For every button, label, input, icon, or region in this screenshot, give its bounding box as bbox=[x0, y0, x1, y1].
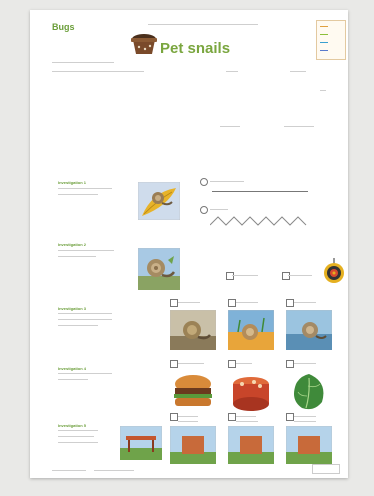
straight-path-line bbox=[212, 191, 308, 192]
choice-a-checkbox[interactable] bbox=[226, 272, 234, 280]
legend-line-3 bbox=[320, 42, 328, 43]
intro-rule-1 bbox=[52, 62, 114, 63]
intro-rule-2 bbox=[52, 71, 144, 72]
inv5-option-1-rule-2 bbox=[178, 421, 198, 422]
investigation-3-rule-1 bbox=[58, 313, 112, 314]
inv4-option-3-checkbox[interactable] bbox=[286, 360, 294, 368]
inv3-option-1-rule bbox=[178, 302, 200, 303]
investigation-1-title: Investigation 1 bbox=[58, 180, 87, 185]
snail-soil-picture bbox=[170, 310, 216, 350]
flowerpot-icon bbox=[131, 34, 157, 54]
section-label: Bugs bbox=[52, 22, 75, 32]
inv5-option-2-checkbox[interactable] bbox=[228, 413, 236, 421]
investigation-3-title: Investigation 3 bbox=[58, 306, 87, 311]
intro-rule-5 bbox=[320, 90, 326, 91]
investigation-4-rule-2 bbox=[58, 379, 88, 380]
investigation-5-rule-3 bbox=[58, 442, 98, 443]
footer-rule-middle bbox=[94, 470, 134, 471]
inv3-option-2-checkbox[interactable] bbox=[228, 299, 236, 307]
inv5-option-3-rule-1 bbox=[294, 416, 316, 417]
page-title: Pet snails bbox=[160, 40, 231, 57]
option-1-label-rule bbox=[210, 181, 244, 182]
inv5-option-3-rule-2 bbox=[294, 421, 316, 422]
investigation-3-rule-3 bbox=[58, 325, 98, 326]
choice-a-label-rule bbox=[232, 275, 258, 276]
option-1-radio[interactable] bbox=[200, 178, 208, 186]
intro-rule-6 bbox=[220, 126, 240, 127]
footer-badge bbox=[312, 464, 340, 474]
investigation-2-title: Investigation 2 bbox=[58, 242, 87, 247]
investigation-4-title: Investigation 4 bbox=[58, 366, 87, 371]
investigation-4-rule-1 bbox=[58, 373, 112, 374]
inv4-option-2-rule bbox=[236, 363, 252, 364]
snail-on-rock-picture bbox=[138, 248, 180, 290]
worksheet-page: Bugs Pet snails Investigation 1 Investig… bbox=[30, 10, 348, 478]
zigzag-path-line bbox=[210, 216, 307, 226]
inv4-option-2-checkbox[interactable] bbox=[228, 360, 236, 368]
inv5-option-2-rule-2 bbox=[236, 421, 258, 422]
inv5-option-3-checkbox[interactable] bbox=[286, 413, 294, 421]
intro-rule-7 bbox=[284, 126, 314, 127]
inv3-option-2-rule bbox=[236, 302, 258, 303]
option-2-label-rule bbox=[210, 209, 228, 210]
snail-on-leaf-picture bbox=[138, 182, 180, 220]
intro-rule-3 bbox=[226, 71, 238, 72]
choice-b-label-rule bbox=[288, 275, 312, 276]
snail-box-3-picture bbox=[286, 426, 332, 464]
investigation-5-rule-2 bbox=[58, 436, 94, 437]
barrier-picture bbox=[120, 426, 162, 460]
investigation-1-rule-2 bbox=[58, 194, 98, 195]
inv3-option-3-rule bbox=[294, 302, 316, 303]
snail-grass-picture bbox=[228, 310, 274, 350]
legend-box bbox=[316, 20, 346, 60]
legend-line-2 bbox=[320, 34, 328, 35]
cake-food-picture bbox=[233, 377, 269, 411]
investigation-2-rule-2 bbox=[58, 256, 96, 257]
investigation-5-title: Investigation 5 bbox=[58, 423, 87, 428]
inv3-option-3-checkbox[interactable] bbox=[286, 299, 294, 307]
snail-box-2-picture bbox=[228, 426, 274, 464]
burger-food-picture bbox=[174, 375, 212, 406]
name-line bbox=[148, 24, 258, 25]
lettuce-food-picture bbox=[294, 374, 324, 410]
inv4-option-3-rule bbox=[294, 363, 316, 364]
inv5-option-1-rule-1 bbox=[178, 416, 198, 417]
inv5-option-1-checkbox[interactable] bbox=[170, 413, 178, 421]
inv5-option-2-rule-1 bbox=[236, 416, 256, 417]
investigation-2-rule-1 bbox=[58, 250, 114, 251]
snail-box-1-picture bbox=[170, 426, 216, 464]
investigation-1-rule-1 bbox=[58, 188, 112, 189]
legend-line-1 bbox=[320, 26, 328, 27]
inv3-option-1-checkbox[interactable] bbox=[170, 299, 178, 307]
option-2-radio[interactable] bbox=[200, 206, 208, 214]
intro-rule-4 bbox=[290, 71, 306, 72]
inv4-option-1-checkbox[interactable] bbox=[170, 360, 178, 368]
investigation-3-rule-2 bbox=[58, 319, 112, 320]
investigation-5-rule-1 bbox=[58, 430, 98, 431]
target-icon bbox=[324, 258, 344, 283]
choice-b-checkbox[interactable] bbox=[282, 272, 290, 280]
snail-water-picture bbox=[286, 310, 332, 350]
inv4-option-1-rule bbox=[178, 363, 204, 364]
footer-rule-left bbox=[52, 470, 86, 471]
legend-line-4 bbox=[320, 50, 328, 51]
